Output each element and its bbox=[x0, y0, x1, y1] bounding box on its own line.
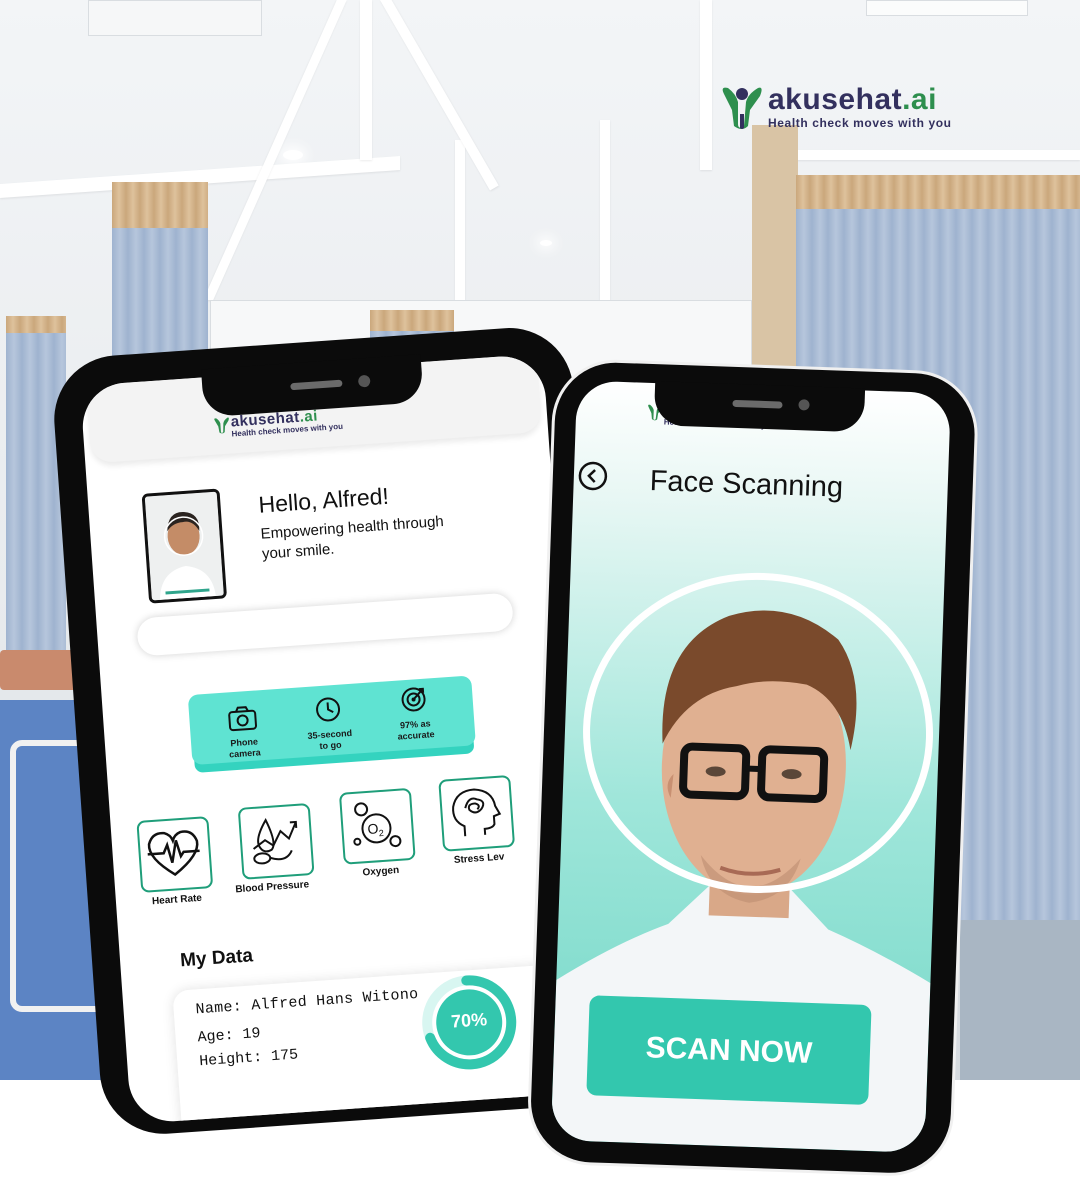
metric-stress-level-label: Stress Lev bbox=[453, 851, 505, 867]
back-button[interactable] bbox=[577, 460, 608, 491]
metric-blood-pressure-label: Blood Pressure bbox=[235, 879, 310, 896]
blood-pressure-icon bbox=[252, 817, 298, 865]
my-data-age: Age: 19 bbox=[197, 1024, 262, 1047]
search-input[interactable] bbox=[136, 592, 514, 657]
metric-stress-level[interactable]: Stress Lev bbox=[424, 774, 531, 881]
metric-heart-rate[interactable]: Heart Rate bbox=[130, 815, 227, 921]
stress-level-icon bbox=[452, 788, 502, 837]
my-data-height: Height: 175 bbox=[198, 1046, 299, 1071]
scan-now-label: SCAN NOW bbox=[645, 1031, 813, 1071]
scan-phone: akusehat.ai Health check moves with you … bbox=[525, 357, 986, 1178]
feature-camera: Phone camera bbox=[207, 703, 281, 768]
logo-person-icon bbox=[214, 417, 229, 434]
avatar-photo bbox=[144, 491, 224, 601]
home-screen: akusehat.ai Health check moves with you … bbox=[79, 353, 595, 1125]
target-icon bbox=[401, 687, 426, 712]
feature-accuracy: 97% as accurate bbox=[378, 683, 452, 748]
logo-tagline: Health check moves with you bbox=[768, 116, 952, 130]
my-data-name: Name: Alfred Hans Witono bbox=[195, 985, 419, 1019]
heart-rate-icon bbox=[147, 830, 200, 877]
metric-oxygen[interactable]: O 2 Oxygen bbox=[329, 787, 426, 893]
greeting-subtitle-line2: your smile. bbox=[261, 540, 336, 563]
metric-blood-pressure[interactable]: Blood Pressure bbox=[226, 802, 333, 909]
oxygen-symbol: O bbox=[366, 820, 379, 837]
back-arrow-icon bbox=[578, 461, 608, 491]
my-data-title: My Data bbox=[179, 945, 254, 972]
feature-time: 35-second to go bbox=[292, 693, 366, 758]
scan-now-button[interactable]: SCAN NOW bbox=[586, 995, 872, 1105]
my-data-progress-ring: 70% bbox=[418, 971, 520, 1073]
brand-logo: akusehat.ai Health check moves with you bbox=[718, 84, 952, 130]
greeting-subtitle-line1: Empowering health through bbox=[260, 512, 445, 543]
logo-name: akusehat bbox=[768, 83, 903, 116]
scan-title: Face Scanning bbox=[649, 465, 844, 504]
metric-heart-rate-label: Heart Rate bbox=[151, 892, 203, 908]
greeting: Hello, Alfred! bbox=[257, 482, 390, 518]
avatar[interactable] bbox=[141, 488, 228, 604]
oxygen-subscript: 2 bbox=[378, 827, 385, 839]
clock-icon bbox=[316, 697, 341, 722]
logo-suffix: .ai bbox=[902, 83, 937, 116]
metric-oxygen-label: Oxygen bbox=[362, 864, 400, 879]
scan-screen: akusehat.ai Health check moves with you … bbox=[550, 380, 951, 1153]
logo-person-icon bbox=[722, 87, 762, 129]
camera-icon bbox=[228, 706, 258, 732]
